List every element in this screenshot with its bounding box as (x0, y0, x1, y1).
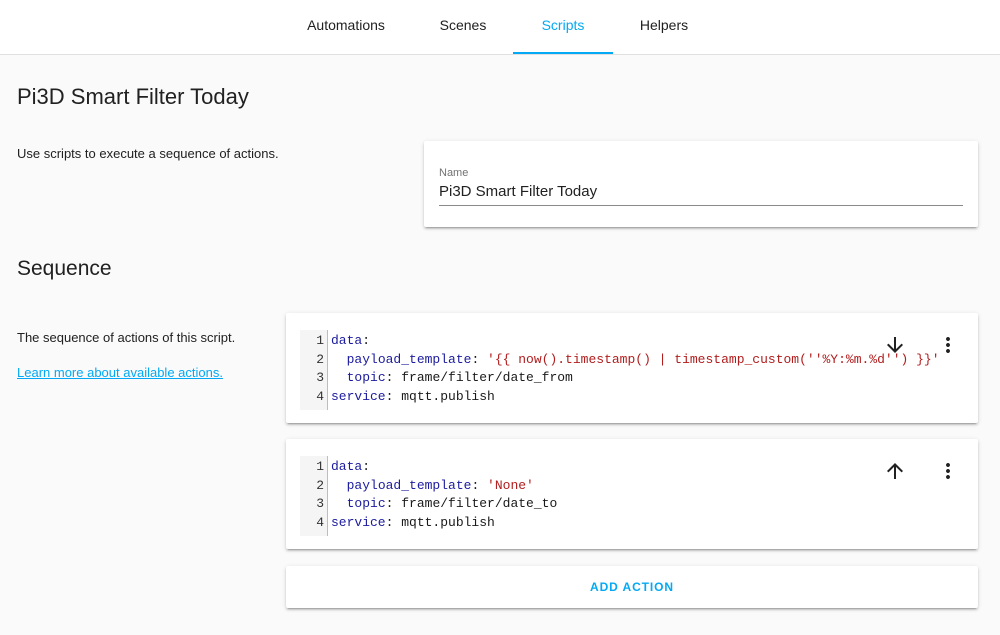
code-line: 1 data: (300, 332, 940, 351)
line-number: 3 (316, 496, 324, 511)
yaml-separator: : (385, 370, 402, 385)
yaml-separator: : (362, 459, 371, 474)
yaml-value: frame/filter/date_from (401, 370, 573, 385)
yaml-key: topic (346, 496, 386, 511)
arrow-down-icon[interactable] (883, 333, 907, 357)
name-card: Name Pi3D Smart Filter Today (424, 141, 978, 227)
yaml-separator: : (385, 496, 402, 511)
yaml-key: topic (346, 370, 386, 385)
yaml-value: '{{ now().timestamp() | timestamp_custom… (487, 351, 940, 367)
yaml-value: mqtt.publish (401, 514, 495, 530)
tab-automations[interactable]: Automations (296, 0, 396, 54)
more-vert-icon[interactable] (936, 333, 960, 357)
yaml-key: payload_template (346, 477, 472, 493)
add-action-card: ADD ACTION (286, 566, 978, 608)
more-vert-icon[interactable] (936, 459, 960, 483)
code-line: 2 payload_template: '{{ now().timestamp(… (300, 351, 940, 370)
tab-bar: Automations Scenes Scripts Helpers (0, 0, 1000, 55)
intro-text: Use scripts to execute a sequence of act… (17, 146, 279, 161)
code-line: 4 service: mqtt.publish (300, 388, 940, 407)
action-card: 1 data: 2 payload_template: 'None' 3 topi… (286, 439, 978, 549)
yaml-indent (331, 478, 347, 493)
arrow-up-icon[interactable] (883, 459, 907, 483)
learn-more-link[interactable]: Learn more about available actions. (17, 365, 223, 380)
yaml-key: payload_template (346, 351, 472, 367)
yaml-key: service (331, 514, 386, 530)
yaml-indent (331, 496, 347, 511)
tab-scripts[interactable]: Scripts (513, 0, 613, 54)
yaml-value: frame/filter/date_to (401, 496, 558, 511)
yaml-editor[interactable]: 1 data: 2 payload_template: '{{ now().tim… (300, 330, 940, 410)
add-action-button[interactable]: ADD ACTION (286, 566, 978, 608)
yaml-indent (331, 352, 347, 367)
yaml-separator: : (471, 477, 488, 493)
yaml-editor[interactable]: 1 data: 2 payload_template: 'None' 3 topi… (300, 456, 557, 536)
tab-helpers[interactable]: Helpers (624, 0, 704, 54)
yaml-separator: : (471, 351, 488, 367)
sequence-title: Sequence (17, 257, 112, 280)
line-number: 3 (316, 370, 324, 385)
line-number: 1 (316, 333, 324, 348)
code-line: 2 payload_template: 'None' (300, 477, 557, 496)
name-field-label: Name (439, 167, 469, 179)
yaml-separator: : (385, 388, 402, 404)
line-number: 4 (316, 388, 324, 404)
yaml-value: 'None' (487, 477, 534, 493)
code-line: 1 data: (300, 458, 557, 477)
line-number: 2 (316, 351, 324, 367)
yaml-key: data (331, 333, 363, 348)
code-line: 4 service: mqtt.publish (300, 514, 557, 533)
action-card: 1 data: 2 payload_template: '{{ now().tim… (286, 313, 978, 423)
yaml-key: service (331, 388, 386, 404)
code-line: 3 topic: frame/filter/date_from (300, 369, 940, 388)
sequence-description: The sequence of actions of this script. (17, 330, 236, 345)
yaml-key: data (331, 459, 363, 474)
line-number: 2 (316, 477, 324, 493)
name-field[interactable]: Pi3D Smart Filter Today (439, 183, 963, 206)
line-number: 4 (316, 514, 324, 530)
yaml-separator: : (362, 333, 371, 348)
code-line: 3 topic: frame/filter/date_to (300, 495, 557, 514)
line-number: 1 (316, 459, 324, 474)
page-title: Pi3D Smart Filter Today (17, 84, 249, 109)
yaml-separator: : (385, 514, 402, 530)
tab-scenes[interactable]: Scenes (418, 0, 508, 54)
yaml-indent (331, 370, 347, 385)
yaml-value: mqtt.publish (401, 388, 495, 404)
